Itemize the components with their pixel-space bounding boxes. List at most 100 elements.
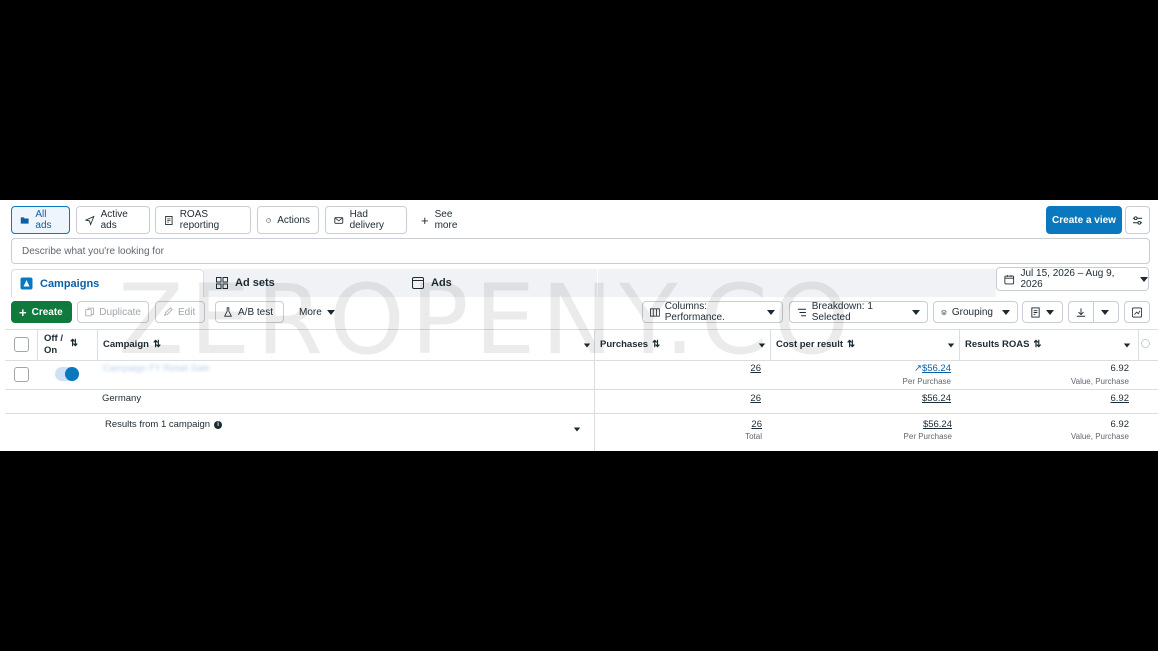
divider (37, 329, 38, 360)
sort-icon: ⇅ (652, 339, 661, 350)
sort-icon[interactable]: ⇅ (70, 338, 78, 349)
gauge-icon (266, 217, 271, 223)
divider (5, 360, 1158, 361)
date-range-picker[interactable]: Jul 15, 2026 – Aug 9, 2026 (996, 267, 1149, 291)
chart-toggle-button[interactable] (1124, 301, 1150, 323)
view-actions[interactable]: Actions (257, 206, 319, 234)
pencil-icon (164, 307, 173, 316)
toggle-knob (65, 367, 79, 381)
divider (5, 413, 1158, 414)
send-icon (85, 215, 95, 226)
breakdown-purchases[interactable]: 26 (705, 393, 761, 404)
copy-icon (85, 307, 94, 317)
sort-icon: ⇅ (1033, 339, 1042, 350)
level-tab-bar-right (598, 269, 996, 297)
view-had-delivery[interactable]: Had delivery (325, 206, 407, 234)
layers-icon (941, 309, 947, 315)
chevron-down-icon[interactable] (1123, 343, 1131, 348)
see-more-button[interactable]: + See more (413, 206, 483, 234)
divider (97, 329, 98, 360)
export-menu-button[interactable] (1093, 301, 1119, 323)
summary-purchases-subtext: Total (745, 432, 762, 441)
grouping-button[interactable]: Grouping (933, 301, 1018, 323)
plus-icon: + (19, 304, 27, 320)
breakdown-button[interactable]: Breakdown: 1 Selected (789, 301, 928, 323)
divider (1138, 329, 1139, 360)
breakdown-roas[interactable]: 6.92 (1075, 393, 1130, 404)
view-settings-button[interactable] (1125, 206, 1150, 234)
chevron-down-icon (1002, 309, 1010, 315)
header-purchases[interactable]: Purchases ⇅ (600, 339, 660, 350)
envelope-icon (334, 216, 344, 224)
summary-roas: 6.92 (1110, 419, 1130, 430)
header-campaign[interactable]: Campaign ⇅ (103, 339, 161, 350)
create-button[interactable]: + Create (11, 301, 72, 323)
roas-value: 6.92 (1110, 363, 1130, 374)
info-icon[interactable]: i (214, 420, 223, 429)
header-results-roas[interactable]: Results ROAS ⇅ (965, 339, 1041, 350)
chevron-down-icon (1046, 309, 1054, 315)
plus-icon: + (421, 212, 429, 228)
cost-per-result-subtext: Per Purchase (902, 377, 951, 386)
divider (5, 389, 1158, 390)
chevron-down-icon[interactable] (758, 343, 766, 348)
more-button[interactable]: More (292, 301, 342, 323)
row-checkbox[interactable] (14, 367, 29, 382)
summary-label: Results from 1 campaign i (105, 419, 223, 430)
divider (5, 329, 1158, 330)
purchases-value[interactable]: 26 (705, 363, 761, 374)
view-roas-reporting[interactable]: ROAS reporting (155, 206, 251, 234)
columns-button[interactable]: Columns: Performance. (642, 301, 783, 323)
chevron-down-icon (912, 309, 920, 315)
view-active-ads[interactable]: Active ads (76, 206, 150, 234)
sort-icon: ⇅ (152, 339, 161, 350)
export-button[interactable] (1068, 301, 1094, 323)
divider (770, 329, 771, 360)
view-all-ads[interactable]: All ads (11, 206, 70, 234)
report-icon (165, 215, 173, 225)
tab-ads[interactable]: Ads (404, 269, 584, 297)
trend-up-icon: ↗ (913, 363, 922, 374)
roas-subtext: Value, Purchase (1070, 377, 1129, 386)
sliders-icon (1132, 215, 1143, 225)
download-icon (1076, 307, 1086, 317)
chevron-down-icon[interactable] (947, 343, 955, 348)
reports-button[interactable] (1022, 301, 1063, 323)
summary-roas-subtext: Value, Purchase (1070, 432, 1129, 441)
campaign-icon (20, 277, 33, 290)
breakdown-cost-per-result[interactable]: $56.24 (885, 393, 951, 404)
chevron-down-icon[interactable] (583, 343, 591, 348)
ab-test-button[interactable]: A/B test (215, 301, 284, 323)
calendar-icon (1004, 274, 1015, 284)
flask-icon (223, 307, 233, 317)
divider (594, 329, 595, 451)
breakdown-icon (797, 308, 806, 316)
summary-purchases[interactable]: 26 (705, 419, 762, 430)
chevron-down-icon (326, 309, 335, 315)
campaign-toggle[interactable] (55, 367, 79, 381)
add-column-icon[interactable] (1141, 339, 1150, 348)
header-cost-per-result[interactable]: Cost per result ⇅ (776, 339, 855, 350)
divider (959, 329, 960, 360)
edit-button[interactable]: Edit (155, 301, 205, 323)
campaign-table: Off / On ⇅ Campaign ⇅ Purchases ⇅ Cost p… (5, 329, 1158, 451)
select-all-checkbox[interactable] (14, 337, 29, 352)
chevron-down-icon (767, 309, 775, 315)
tab-ad-sets[interactable]: Ad sets (208, 269, 388, 297)
search-input[interactable]: Describe what you're looking for (11, 238, 1150, 264)
summary-cost-per-result[interactable]: $56.24 (885, 419, 952, 430)
ad-icon (412, 277, 424, 289)
chart-icon (1132, 307, 1142, 317)
create-view-button[interactable]: Create a view (1046, 206, 1122, 234)
folder-icon (20, 216, 29, 224)
summary-cost-subtext: Per Purchase (903, 432, 952, 441)
grid-icon (216, 277, 228, 289)
chevron-down-icon[interactable] (573, 427, 581, 432)
chevron-down-icon (1140, 276, 1148, 282)
duplicate-button[interactable]: Duplicate (77, 301, 149, 323)
tab-campaigns[interactable]: Campaigns (11, 269, 204, 297)
ads-manager-panel: All ads Active ads ROAS reporting Action… (0, 200, 1158, 451)
breakdown-country: Germany (102, 393, 142, 404)
cost-per-result-value[interactable]: ↗$56.24 (885, 363, 951, 374)
campaign-name-link[interactable]: Campaign FY Retail Sale (103, 363, 210, 374)
